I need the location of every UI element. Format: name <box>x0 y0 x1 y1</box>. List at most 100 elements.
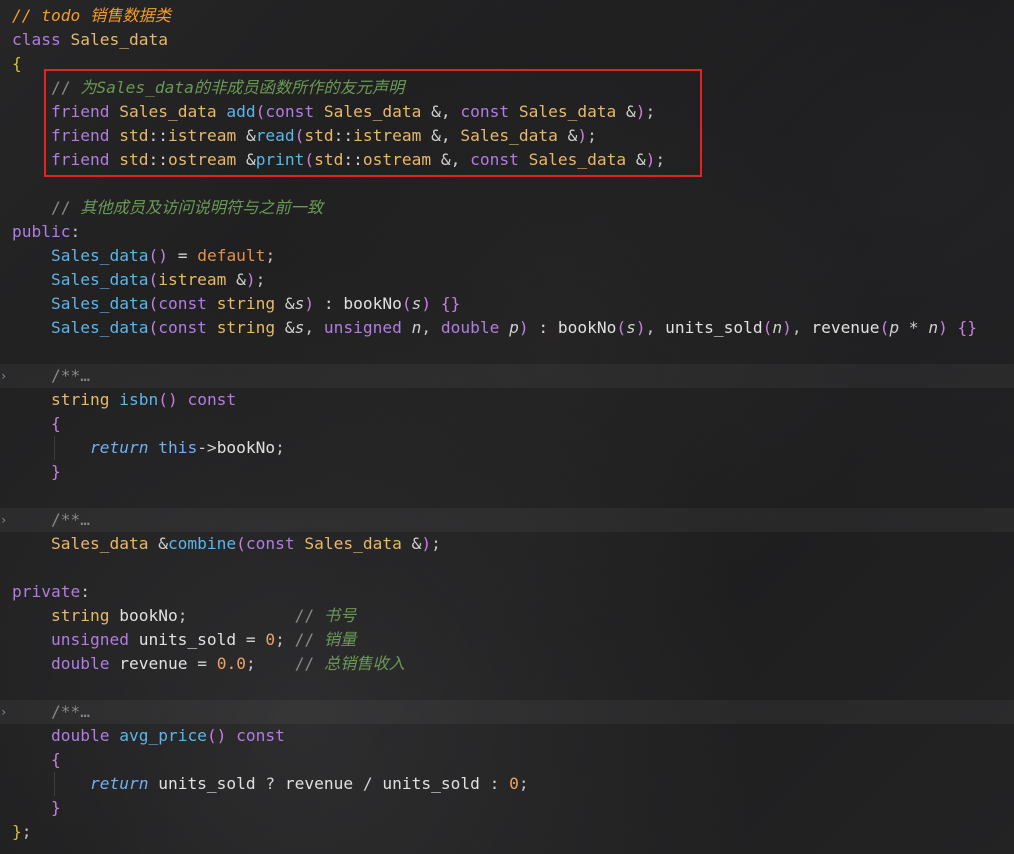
code-line[interactable]: Sales_data(const string &s, unsigned n, … <box>12 316 977 340</box>
code-line[interactable]: Sales_data &combine(const Sales_data &); <box>12 532 441 556</box>
code-token: & <box>284 318 295 337</box>
code-line[interactable]: double revenue = 0.0; // 总销售收入 <box>12 652 405 676</box>
code-token: // <box>50 198 81 217</box>
code-token: Sales_data <box>50 294 149 313</box>
fold-chevron-icon[interactable]: › <box>0 364 10 388</box>
code-token: ( <box>148 294 159 313</box>
code-token: Sales_data <box>50 318 149 337</box>
code-token: Sales_data <box>50 270 149 289</box>
code-token: ) <box>421 534 432 553</box>
code-token: default <box>197 246 266 265</box>
code-line[interactable]: { <box>12 412 61 436</box>
code-token: const <box>226 726 285 745</box>
code-line[interactable]: /**… <box>12 700 90 724</box>
code-token: & <box>284 294 295 313</box>
code-token: ; <box>431 534 441 553</box>
code-token: = <box>236 630 266 649</box>
code-token: /**… <box>50 366 90 385</box>
code-token: : <box>70 222 81 241</box>
code-token: ) <box>782 318 792 337</box>
code-token: : <box>314 294 344 313</box>
code-token: ? <box>255 774 285 793</box>
code-token: avg_price <box>119 726 207 745</box>
code-token: const <box>158 318 217 337</box>
code-line[interactable]: string isbn() const <box>12 388 236 412</box>
code-token: } <box>50 462 61 481</box>
code-token: & <box>236 270 246 289</box>
code-line[interactable]: /**… <box>12 508 90 532</box>
code-line[interactable]: class Sales_data <box>12 28 168 52</box>
code-token: : <box>479 774 510 793</box>
fold-chevron-icon[interactable]: › <box>0 700 10 724</box>
code-line[interactable]: return units_sold ? revenue / units_sold… <box>12 772 529 796</box>
code-token: ; <box>177 606 188 625</box>
code-token: { <box>12 54 22 73</box>
code-token: { <box>50 414 61 433</box>
code-token: {} <box>947 318 978 337</box>
code-line[interactable]: return this->bookNo; <box>12 436 285 460</box>
code-line[interactable]: /**… <box>12 364 90 388</box>
code-line[interactable]: { <box>12 748 61 772</box>
code-token: , <box>791 318 812 337</box>
code-token: ( <box>879 318 890 337</box>
code-token: this <box>158 438 198 457</box>
code-line[interactable]: double avg_price() const <box>12 724 285 748</box>
code-token: ) <box>245 270 256 289</box>
code-token: ( <box>148 270 159 289</box>
code-line[interactable]: }; <box>12 820 32 844</box>
code-token: {} <box>431 294 461 313</box>
code-line[interactable]: // todo 销售数据类 <box>12 4 171 28</box>
code-token: const <box>245 534 305 553</box>
code-token: // <box>294 654 324 673</box>
code-token: Sales_data <box>50 534 159 553</box>
code-line[interactable]: Sales_data() = default; <box>12 244 275 268</box>
code-token: () <box>158 390 178 409</box>
code-token: // <box>294 606 324 625</box>
code-token: const <box>158 294 217 313</box>
code-token: double <box>50 654 120 673</box>
code-token: return <box>89 774 159 793</box>
code-token: ; <box>265 246 276 265</box>
code-token: 0 <box>265 630 276 649</box>
code-token: Sales_data <box>304 534 412 553</box>
code-token: units_sold <box>665 318 763 337</box>
code-token: private <box>12 582 81 601</box>
code-token: { <box>50 750 61 769</box>
code-token: /**… <box>50 510 90 529</box>
code-token: ; <box>255 270 266 289</box>
code-token: istream <box>158 270 237 289</box>
folded-line-highlight <box>0 700 1014 724</box>
code-line[interactable]: { <box>12 52 22 76</box>
code-token: ) <box>304 294 315 313</box>
code-line[interactable]: Sales_data(istream &); <box>12 268 265 292</box>
code-token: = <box>187 654 217 673</box>
folded-line-highlight <box>0 508 1014 532</box>
code-token: 0 <box>509 774 519 793</box>
code-line[interactable]: public: <box>12 220 80 244</box>
code-token: return <box>89 438 159 457</box>
code-line[interactable]: unsigned units_sold = 0; // 销量 <box>12 628 356 652</box>
code-line[interactable]: } <box>12 460 61 484</box>
fold-chevron-icon[interactable]: › <box>0 508 10 532</box>
code-token: : <box>80 582 90 601</box>
code-line[interactable]: private: <box>12 580 90 604</box>
code-line[interactable]: } <box>12 796 61 820</box>
code-token: () <box>148 246 168 265</box>
code-editor[interactable]: › › ›// todo 销售数据类 class Sales_data{ // 为Sa… <box>0 0 1014 854</box>
code-line[interactable]: Sales_data(const string &s) : bookNo(s) … <box>12 292 460 316</box>
code-line[interactable]: // 其他成员及访问说明符与之前一致 <box>12 196 323 220</box>
code-token: combine <box>167 534 237 553</box>
code-token: bookNo <box>216 438 276 457</box>
code-token: ( <box>616 318 627 337</box>
code-line[interactable]: string bookNo; // 书号 <box>12 604 356 628</box>
